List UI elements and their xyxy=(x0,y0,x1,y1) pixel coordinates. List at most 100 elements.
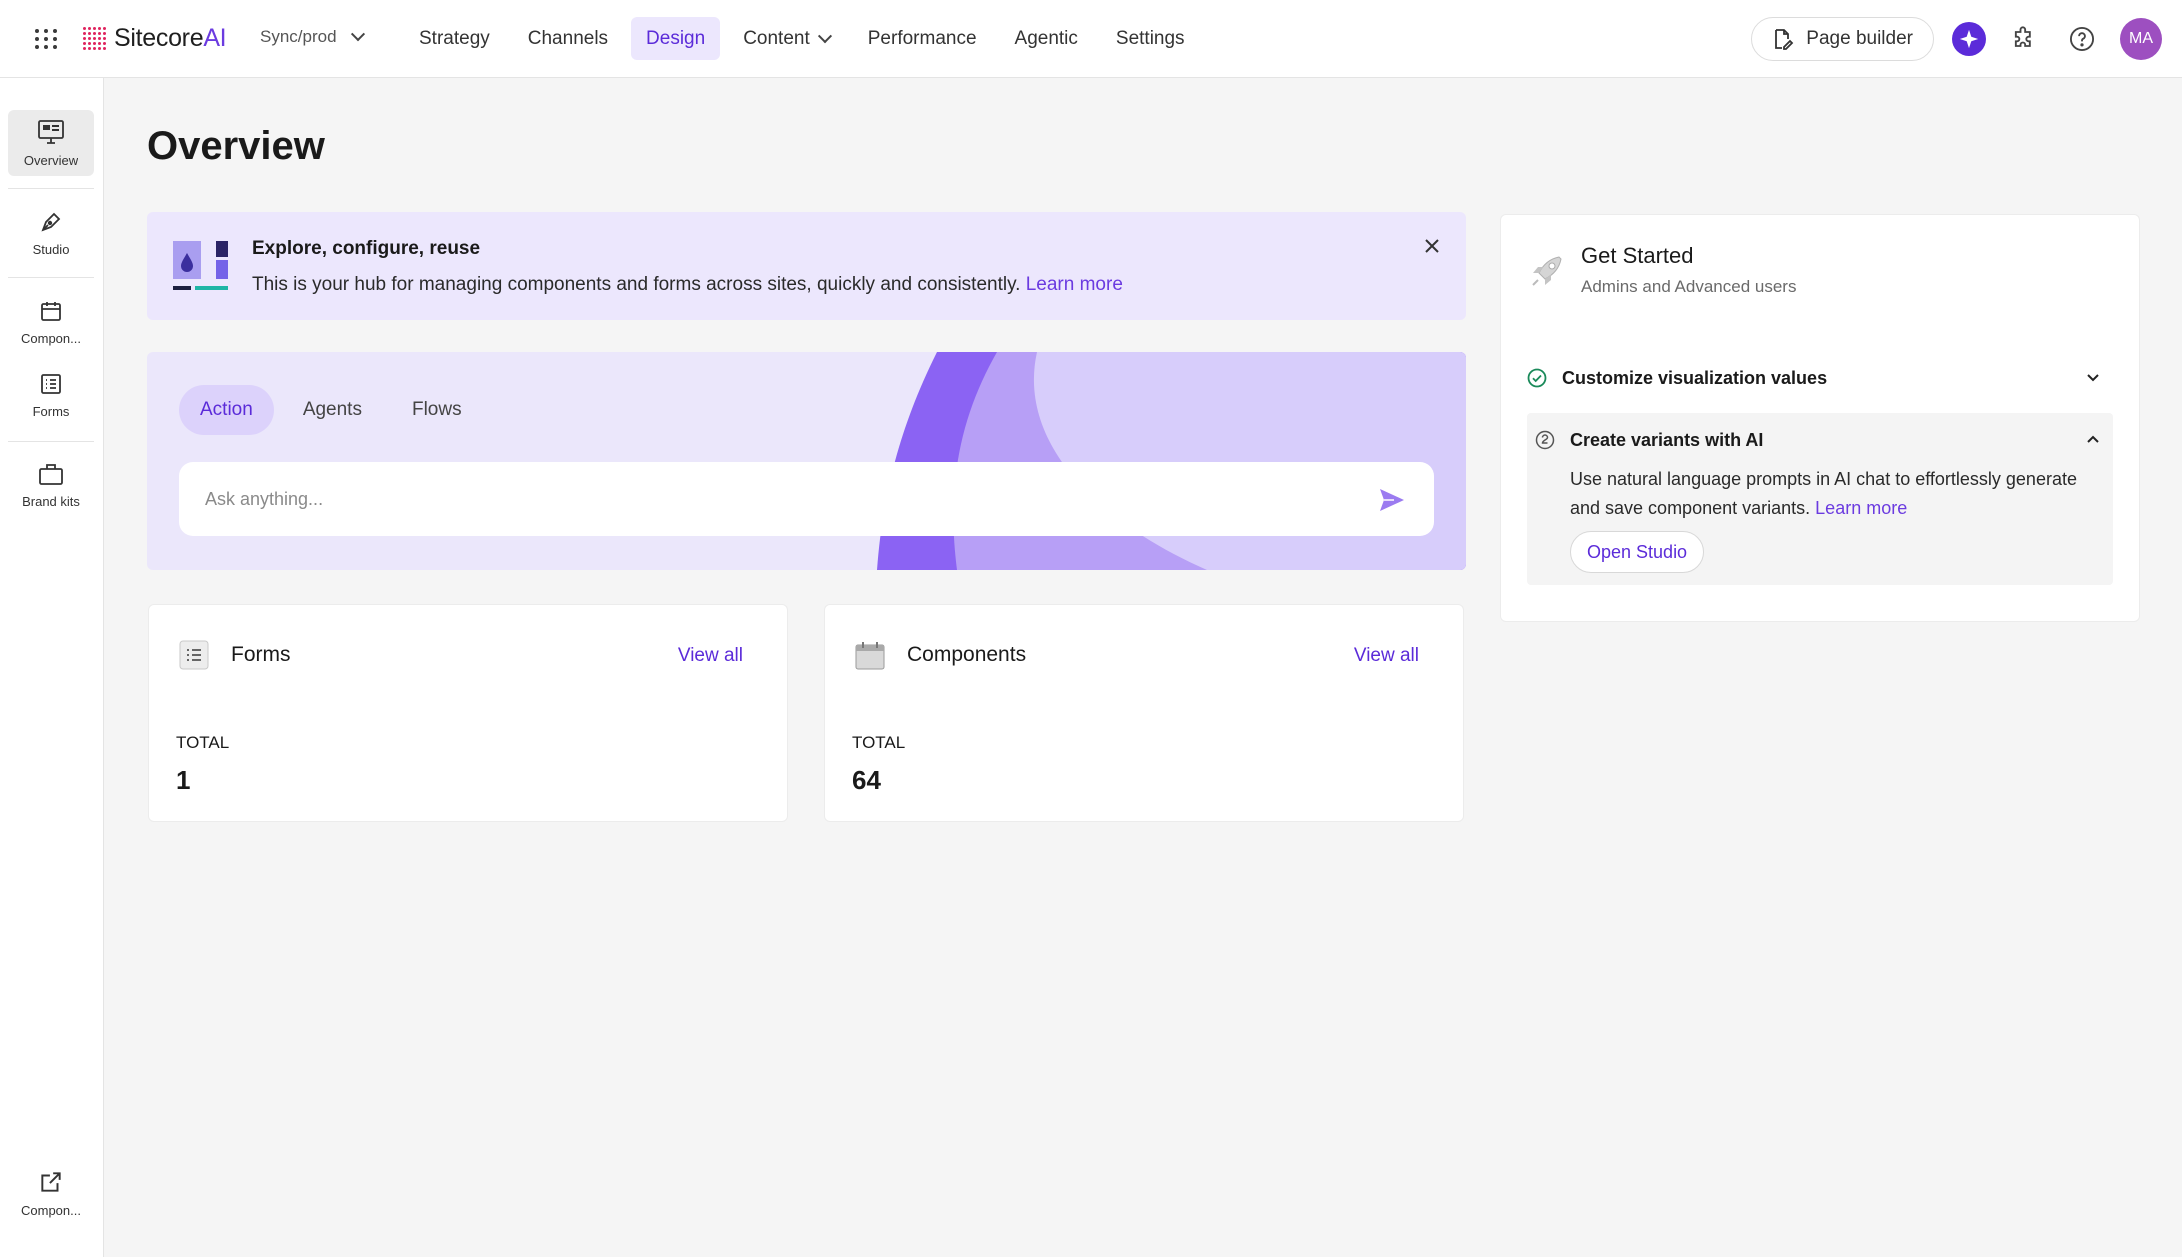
info-banner: Explore, configure, reuse This is your h… xyxy=(147,212,1466,320)
create-variants-learn-more-link[interactable]: Learn more xyxy=(1815,498,1907,518)
sidebar-item-label: Studio xyxy=(32,241,70,257)
calendar-icon xyxy=(855,640,885,670)
nav-label: Channels xyxy=(527,27,609,49)
environment-selector[interactable]: Sync/prod xyxy=(260,27,365,47)
nav-label: Settings xyxy=(1115,27,1185,49)
page-title: Overview xyxy=(147,124,325,168)
sidebar-item-label: Compon... xyxy=(21,1202,81,1218)
nav-performance[interactable]: Performance xyxy=(853,17,992,60)
chevron-up-icon xyxy=(2087,435,2099,443)
brand-name-text: Sitecore xyxy=(114,24,204,52)
calendar-icon xyxy=(41,301,61,321)
banner-illustration xyxy=(173,241,228,290)
list-icon xyxy=(41,373,61,394)
sidebar-divider xyxy=(8,188,94,189)
get-started-title: Get Started xyxy=(1581,243,1694,268)
tab-flows[interactable]: Flows xyxy=(391,385,483,435)
chevron-down-icon xyxy=(817,28,832,43)
ask-input[interactable] xyxy=(179,462,1434,536)
nav-design[interactable]: Design xyxy=(631,17,721,60)
rocket-icon xyxy=(1532,256,1562,286)
components-card: Components View all TOTAL 64 xyxy=(824,604,1464,822)
total-label: TOTAL xyxy=(176,733,230,752)
decorative-shapes xyxy=(877,352,1466,570)
nav-label: Strategy xyxy=(419,27,490,49)
sidebar-divider xyxy=(8,277,94,278)
total-value: 1 xyxy=(176,765,191,795)
get-started-panel: Get Started Admins and Advanced users Cu… xyxy=(1500,214,2140,622)
sidebar-item-forms[interactable]: Forms xyxy=(8,362,94,428)
total-value: 64 xyxy=(852,765,881,795)
nav-label: Performance xyxy=(867,27,977,49)
forms-card: Forms View all TOTAL 1 xyxy=(148,604,788,822)
list-icon xyxy=(179,640,209,670)
avatar-initials: MA xyxy=(2129,30,2153,47)
close-icon[interactable] xyxy=(1420,234,1444,258)
nav-label: Content xyxy=(743,27,810,49)
page-builder-button[interactable]: Page builder xyxy=(1751,17,1934,61)
chevron-down-icon xyxy=(350,27,365,42)
banner-text: This is your hub for managing components… xyxy=(252,274,1123,296)
ai-assistant-icon[interactable] xyxy=(1952,22,1986,56)
page-builder-label: Page builder xyxy=(1806,28,1913,49)
environment-label: Sync/prod xyxy=(260,27,337,46)
open-studio-button[interactable]: Open Studio xyxy=(1570,531,1705,573)
card-title: Forms xyxy=(231,643,291,666)
nav-settings[interactable]: Settings xyxy=(1101,17,1200,60)
sidebar-item-label: Brand kits xyxy=(22,493,80,509)
forms-view-all-link[interactable]: View all xyxy=(678,645,743,667)
sitecore-logo-icon xyxy=(82,27,106,51)
accordion-customize-visualization[interactable]: Customize visualization values xyxy=(1527,355,2113,401)
user-avatar[interactable]: MA xyxy=(2120,18,2162,60)
accordion-title: Create variants with AI xyxy=(1570,429,1764,450)
header-tools: Page builder MA xyxy=(1751,17,2162,61)
nav-strategy[interactable]: Strategy xyxy=(404,17,505,60)
card-title: Components xyxy=(907,643,1027,666)
send-icon[interactable] xyxy=(1377,485,1407,515)
page-edit-icon xyxy=(1775,29,1794,50)
sidebar-item-studio[interactable]: Studio xyxy=(8,200,94,266)
chevron-down-icon xyxy=(2087,374,2099,382)
sidebar-item-brand-kits[interactable]: Brand kits xyxy=(8,452,94,518)
sidebar-item-label: Compon... xyxy=(21,330,81,346)
accordion-create-variants: Create variants with AI Use natural lang… xyxy=(1527,413,2113,585)
sidebar-item-overview[interactable]: Overview xyxy=(8,110,94,176)
briefcase-icon xyxy=(39,463,63,485)
pen-icon xyxy=(41,212,61,232)
sidebar-divider xyxy=(8,441,94,442)
sidebar-item-components[interactable]: Compon... xyxy=(8,289,94,355)
main-nav: Strategy Channels Design Content Perform… xyxy=(404,17,1200,60)
sitecore-logo[interactable]: SitecoreAI xyxy=(82,24,227,53)
tab-agents[interactable]: Agents xyxy=(282,385,383,435)
overview-icon xyxy=(38,119,64,144)
sidebar-item-label: Overview xyxy=(23,152,79,168)
nav-content[interactable]: Content xyxy=(728,17,845,60)
total-label: TOTAL xyxy=(852,733,906,752)
pending-circle-icon xyxy=(1535,430,1555,450)
app-switcher-icon[interactable] xyxy=(34,27,58,51)
banner-text-body: This is your hub for managing components… xyxy=(252,274,1021,295)
accordion-body: Use natural language prompts in AI chat … xyxy=(1570,465,2090,523)
accordion-title: Customize visualization values xyxy=(1562,367,1828,388)
ask-panel: Action Agents Flows xyxy=(147,352,1466,570)
nav-label: Design xyxy=(646,27,706,49)
sidebar-item-components-external[interactable]: Compon... xyxy=(8,1160,94,1226)
nav-channels[interactable]: Channels xyxy=(513,17,623,60)
banner-title: Explore, configure, reuse xyxy=(252,238,481,259)
ask-tabs: Action Agents Flows xyxy=(179,385,483,435)
check-circle-icon xyxy=(1527,368,1547,388)
accordion-header-create-variants[interactable]: Create variants with AI xyxy=(1527,425,2113,455)
nav-agentic[interactable]: Agentic xyxy=(1000,17,1093,60)
top-bar: SitecoreAI Sync/prod Strategy Channels D… xyxy=(0,0,2182,78)
extensions-puzzle-icon[interactable] xyxy=(2004,19,2044,59)
external-link-icon xyxy=(41,1171,61,1192)
components-view-all-link[interactable]: View all xyxy=(1354,645,1419,667)
sidebar: Overview Studio Compon... Forms Brand ki… xyxy=(0,78,104,1257)
tab-action[interactable]: Action xyxy=(179,385,274,435)
brand-name: SitecoreAI xyxy=(114,24,227,53)
banner-learn-more-link[interactable]: Learn more xyxy=(1026,274,1123,295)
help-icon[interactable] xyxy=(2062,19,2102,59)
brand-suffix: AI xyxy=(203,24,227,52)
nav-label: Agentic xyxy=(1014,27,1078,49)
sidebar-item-label: Forms xyxy=(32,403,70,419)
